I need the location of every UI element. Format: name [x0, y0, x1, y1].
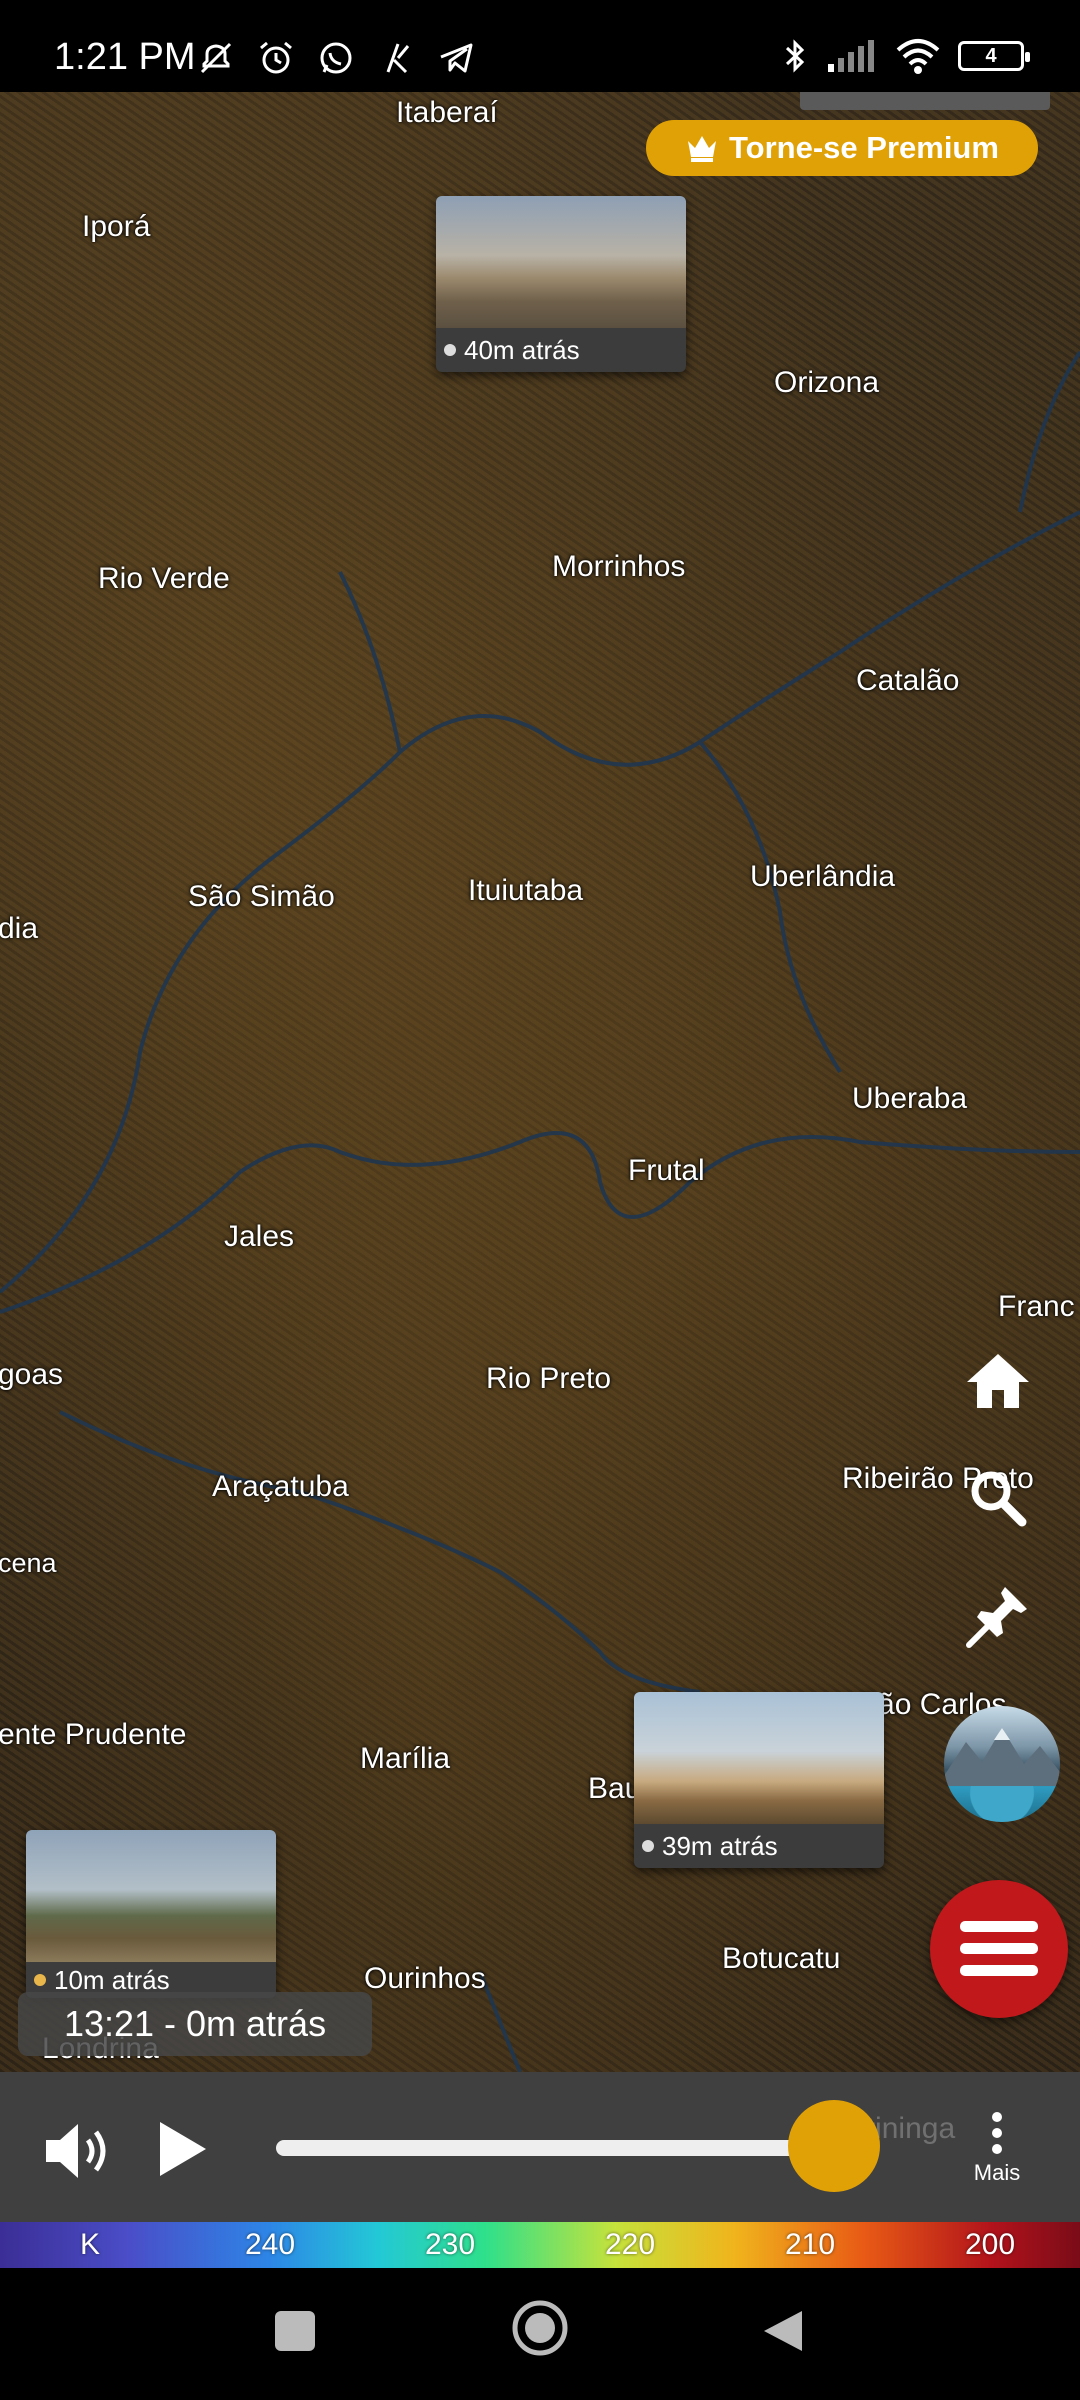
status-bar: 1:21 PM 4: [0, 0, 1080, 92]
home-button[interactable]: [960, 1342, 1036, 1418]
more-button[interactable]: Mais: [962, 2112, 1032, 2186]
app-icon: [386, 43, 410, 74]
city-label: Itaberaí: [396, 96, 498, 129]
city-label: dia: [0, 912, 39, 945]
battery-icon: 4: [958, 41, 1030, 71]
city-label: Uberaba: [852, 1082, 968, 1115]
pin-button[interactable]: [960, 1578, 1036, 1654]
scale-tick: 240: [244, 2228, 296, 2261]
status-time: 1:21 PM: [54, 36, 196, 78]
color-scale-legend: K 240 230 220 210 200: [0, 2222, 1080, 2268]
alarm-icon: [260, 41, 292, 74]
city-label: Franc: [998, 1290, 1075, 1323]
pin-icon: [966, 1587, 1027, 1648]
city-label: Ituiutaba: [468, 874, 584, 907]
city-label: Ourinhos: [364, 1962, 486, 1995]
home-nav-icon[interactable]: [510, 2298, 570, 2358]
webcam-thumbnail[interactable]: 39m atrás: [634, 1692, 884, 1868]
whatsapp-icon: [320, 42, 352, 74]
status-notification-icons: [196, 38, 476, 78]
system-navigation-bar: [0, 2268, 1080, 2400]
live-dot-icon: [444, 344, 456, 356]
main-menu-button[interactable]: [930, 1880, 1068, 2018]
crown-icon: [688, 136, 717, 162]
webcam-thumbnail[interactable]: 40m atrás: [436, 196, 686, 372]
telegram-icon: [440, 43, 473, 73]
city-label: Morrinhos: [552, 550, 686, 583]
city-label: Marília: [360, 1742, 451, 1775]
volume-icon[interactable]: [44, 2120, 116, 2182]
city-label: cena: [0, 1548, 57, 1578]
signal-icon: [828, 40, 874, 72]
wifi-icon: [896, 39, 940, 74]
mute-icon: [200, 42, 232, 74]
scale-tick: 210: [784, 2228, 836, 2261]
city-label: Rio Verde: [98, 562, 230, 595]
premium-button[interactable]: Torne-se Premium: [646, 120, 1038, 176]
webcam-image: [436, 196, 686, 328]
user-avatar[interactable]: [944, 1706, 1060, 1822]
city-label: Iporá: [82, 210, 151, 243]
battery-level: 4: [985, 44, 997, 67]
webcam-age: 39m atrás: [662, 1830, 778, 1861]
recents-icon[interactable]: [272, 2308, 318, 2354]
webcam-thumbnail[interactable]: 10m atrás: [26, 1830, 276, 1998]
city-label: Araçatuba: [212, 1470, 349, 1503]
city-label: Botucatu: [722, 1942, 841, 1975]
search-icon: [971, 1471, 1027, 1527]
play-icon[interactable]: [156, 2118, 210, 2180]
live-dot-icon: [642, 1840, 654, 1852]
search-button[interactable]: [960, 1460, 1036, 1536]
city-label: Uberlândia: [750, 860, 896, 893]
webcam-image: [26, 1830, 276, 1962]
timeline-slider-track[interactable]: [276, 2140, 876, 2156]
more-vertical-icon: [962, 2112, 1032, 2154]
timeline-slider-thumb[interactable]: [788, 2100, 880, 2192]
status-system-icons: 4: [780, 36, 1030, 76]
timestamp-label: 13:21 - 0m atrás: [18, 1992, 372, 2056]
premium-label: Torne-se Premium: [729, 130, 999, 165]
back-icon[interactable]: [760, 2308, 806, 2354]
webcam-thumbnail-partial[interactable]: [800, 92, 1050, 110]
city-label: Orizona: [774, 366, 880, 399]
city-label: goas: [0, 1358, 64, 1391]
city-label: Rio Preto: [486, 1362, 612, 1395]
scale-unit: K: [79, 2228, 101, 2261]
animation-player-bar: Itapetininga Mais: [0, 2072, 1080, 2222]
scale-tick: 230: [424, 2228, 476, 2261]
city-label: Catalão: [856, 664, 960, 697]
city-label: Frutal: [628, 1154, 705, 1187]
city-label: ente Prudente: [0, 1718, 187, 1751]
bluetooth-icon: [785, 39, 805, 73]
scale-tick: 220: [604, 2228, 656, 2261]
webcam-age: 40m atrás: [464, 334, 580, 365]
timestamp-text: 13:21 - 0m atrás: [63, 2003, 327, 2044]
more-label: Mais: [973, 2160, 1021, 2185]
hamburger-menu-icon: [960, 1921, 1038, 1976]
webcam-age: 10m atrás: [54, 1964, 170, 1995]
live-dot-icon: [34, 1974, 46, 1986]
city-label: Jales: [224, 1220, 295, 1253]
weather-map[interactable]: Itaberaí Iporá Orizona Rio Verde Morrinh…: [0, 92, 1080, 2072]
city-label: São Simão: [188, 880, 335, 913]
webcam-image: [634, 1692, 884, 1824]
scale-tick: 200: [964, 2228, 1016, 2261]
home-icon: [967, 1354, 1029, 1408]
